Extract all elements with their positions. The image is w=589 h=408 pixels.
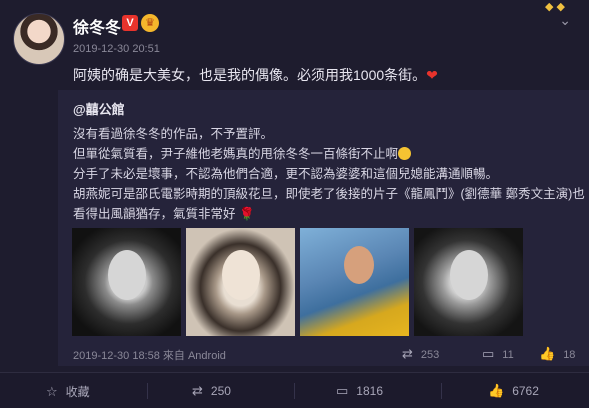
comment-icon: ▭: [336, 383, 349, 398]
repost-line-2-text: 但單從氣質看，尹子維他老媽真的甩徐冬冬一百條街不止啊: [73, 147, 399, 161]
like-count: 6762: [512, 384, 539, 398]
repost-button[interactable]: ⇄ 250: [192, 383, 231, 399]
photo-1[interactable]: [72, 228, 181, 336]
separator: [441, 383, 442, 399]
repost-like-count[interactable]: 👍 18: [539, 346, 575, 362]
repost-icon: ⇄: [402, 346, 413, 361]
post-text-body: 阿姨的确是大美女，也是我的偶像。必须用我1000条街。: [73, 67, 427, 83]
thumb-up-icon: 👍: [539, 346, 556, 361]
photo-4[interactable]: [414, 228, 523, 336]
repost-count: 250: [210, 384, 231, 398]
rose-icon: 🌹: [239, 207, 255, 221]
laugh-emoji-icon: [398, 147, 412, 160]
thumb-up-icon: 👍: [488, 383, 505, 398]
repost-repost-count[interactable]: ⇄ 253: [402, 346, 439, 362]
heart-icon: ❤: [426, 67, 438, 83]
repost-line-5-text: 看得出風韻猶存，氣質非常好: [73, 207, 236, 221]
repost-line-4: 胡燕妮可是邵氏電影時期的頂級花旦，即使老了後接的片子《龍鳳鬥》(劉德華 鄭秀文主…: [73, 187, 585, 201]
repost-line-1: 沒有看過徐冬冬的作品，不予置評。: [73, 127, 274, 141]
repost-line-2: 但單從氣質看，尹子維他老媽真的甩徐冬冬一百條街不止啊: [73, 143, 412, 162]
repost-time-source[interactable]: 2019-12-30 18:58 來自 Android: [73, 347, 226, 363]
post-text: 阿姨的确是大美女，也是我的偶像。必须用我1000条街。❤: [73, 65, 438, 85]
repost-comment-value: 11: [502, 349, 514, 361]
repost-line-3: 分手了未必是壞事，不認為他們合適，更不認為婆婆和這個兒媳能溝通順暢。: [73, 167, 499, 181]
repost-author[interactable]: @囍公館: [73, 99, 125, 118]
verified-badge: V: [122, 15, 138, 31]
chevron-down-icon[interactable]: ⌄: [559, 12, 571, 29]
repost-like-value: 18: [563, 349, 576, 361]
favorite-button[interactable]: ☆ 收藏: [46, 383, 90, 400]
repost-comment-count[interactable]: ▭ 11: [482, 346, 514, 362]
star-icon: ☆: [46, 384, 58, 399]
photo-2[interactable]: [186, 228, 295, 336]
separator: [294, 383, 295, 399]
comment-button[interactable]: ▭ 1816: [336, 383, 383, 399]
repost-icon: ⇄: [192, 383, 203, 398]
separator: [147, 383, 148, 399]
post-time[interactable]: 2019-12-30 20:51: [73, 43, 160, 55]
post-author[interactable]: 徐冬冬: [73, 14, 121, 38]
repost-repost-value: 253: [420, 349, 440, 361]
favorite-label: 收藏: [65, 385, 90, 399]
comment-icon: ▭: [482, 346, 495, 361]
action-bar: ☆ 收藏 ⇄ 250 ▭ 1816 👍 6762: [0, 373, 589, 408]
photo-3[interactable]: [300, 228, 409, 336]
repost-block: @囍公館 沒有看過徐冬冬的作品，不予置評。 但單從氣質看，尹子維他老媽真的甩徐冬…: [58, 90, 589, 366]
repost-line-5: 看得出風韻猶存，氣質非常好 🌹: [73, 203, 255, 222]
weibo-post-card: 徐冬冬 V ♛ ◆ ◆ ⌄ 2019-12-30 20:51 阿姨的确是大美女，…: [0, 0, 589, 408]
avatar[interactable]: [13, 13, 65, 65]
comment-count: 1816: [356, 384, 383, 398]
member-badge-icon: ♛: [141, 14, 159, 32]
like-button[interactable]: 👍 6762: [488, 383, 539, 399]
